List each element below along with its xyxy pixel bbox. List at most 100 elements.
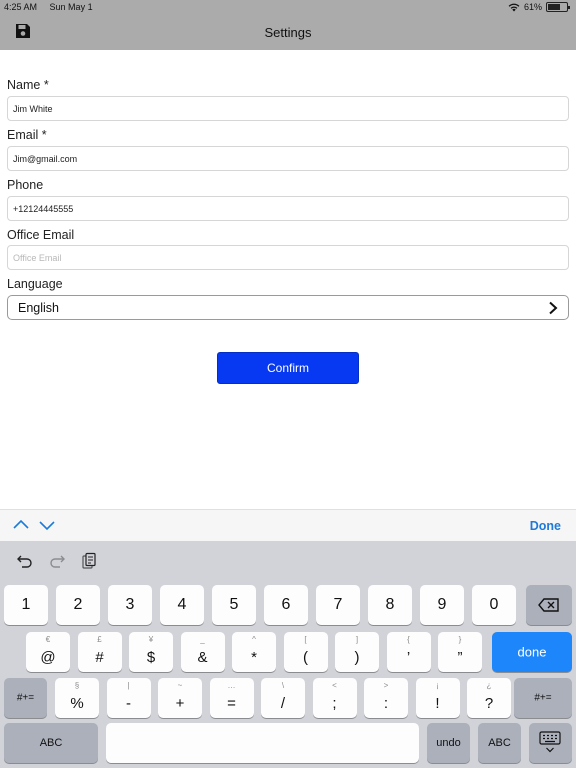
key-label: 7: [333, 596, 343, 613]
battery-percent: 61%: [523, 2, 542, 12]
key-label: *: [251, 649, 257, 666]
key-label: -: [126, 695, 131, 712]
symbol-key[interactable]: ^ *: [232, 632, 276, 672]
key-label: 5: [229, 596, 239, 613]
page-title: Settings: [264, 25, 312, 40]
delete-key[interactable]: [526, 585, 572, 625]
key-label: ”: [457, 649, 463, 666]
key-alt-label: ¡: [436, 681, 439, 690]
phone-field[interactable]: [7, 196, 569, 221]
symbol-key[interactable]: §%: [55, 678, 99, 718]
symbol-key[interactable]: ¿?: [467, 678, 511, 718]
abc-key-label: ABC: [39, 737, 63, 749]
key-alt-label: §: [74, 681, 80, 690]
key-alt-label: _: [200, 635, 205, 644]
chevron-up-icon[interactable]: [12, 518, 30, 532]
symbol-key[interactable]: [(: [283, 632, 328, 672]
office-email-field[interactable]: [7, 245, 569, 270]
name-field[interactable]: [7, 96, 569, 121]
abc-key-left[interactable]: ABC: [4, 723, 98, 763]
key-label: /: [280, 695, 286, 712]
key-7[interactable]: 7: [316, 585, 360, 625]
key-label: @: [40, 649, 56, 666]
symbol-key[interactable]: ¡!: [415, 678, 460, 718]
key-label: 4: [177, 596, 187, 613]
chevron-down-icon[interactable]: [38, 518, 56, 532]
name-label: Name *: [7, 78, 49, 92]
abc-key-right[interactable]: ABC: [478, 723, 521, 763]
navigation-bar: 4:25 AM Sun May 1 61% Settings: [0, 0, 576, 50]
symbol-key[interactable]: \ /: [261, 678, 305, 718]
key-6[interactable]: 6: [264, 585, 308, 625]
key-5[interactable]: 5: [212, 585, 256, 625]
status-date: Sun May 1: [49, 2, 93, 12]
status-bar-left: 4:25 AM Sun May 1: [4, 2, 103, 12]
key-alt-label: <: [332, 681, 337, 690]
language-select[interactable]: English: [7, 295, 569, 320]
symbol-key[interactable]: ]): [335, 632, 379, 672]
symbol-key[interactable]: … =: [209, 678, 254, 718]
key-8[interactable]: 8: [368, 585, 412, 625]
key-label: ?: [484, 695, 494, 712]
key-0[interactable]: 0: [472, 585, 516, 625]
key-label: 3: [125, 596, 135, 613]
space-key[interactable]: [106, 723, 419, 763]
redo-icon[interactable]: [48, 552, 66, 570]
symbol-key[interactable]: £ #: [77, 632, 122, 672]
email-field[interactable]: [7, 146, 569, 171]
key-label: &: [197, 649, 208, 666]
key-4[interactable]: 4: [160, 585, 204, 625]
key-9[interactable]: 9: [420, 585, 464, 625]
key-label: =: [227, 695, 236, 712]
shift-symbols-key-right[interactable]: #+=: [514, 678, 572, 718]
paste-icon[interactable]: [80, 552, 98, 570]
symbol-key[interactable]: | -: [106, 678, 151, 718]
key-alt-label: \: [281, 681, 285, 690]
key-label: !: [435, 695, 440, 712]
key-alt-label: [: [304, 635, 307, 644]
key-label: +: [175, 695, 185, 712]
symbol-key[interactable]: _ &: [180, 632, 225, 672]
backspace-icon: [538, 598, 559, 612]
undo-key-label: undo: [436, 737, 461, 749]
undo-icon[interactable]: [16, 552, 34, 570]
key-label: ’: [406, 649, 411, 666]
status-time: 4:25 AM: [4, 2, 38, 12]
symbol-key[interactable]: {’: [386, 632, 431, 672]
key-1[interactable]: 1: [4, 585, 48, 625]
phone-label: Phone: [7, 178, 44, 192]
done-key[interactable]: done: [492, 632, 572, 672]
key-label: 6: [281, 596, 291, 613]
key-alt-label: }: [458, 635, 462, 644]
undo-key[interactable]: undo: [427, 723, 470, 763]
key-2[interactable]: 2: [56, 585, 100, 625]
key-label: %: [70, 695, 84, 712]
language-label: Language: [7, 277, 63, 291]
symbol-key[interactable]: >:: [364, 678, 408, 718]
accessory-done-button[interactable]: Done: [530, 519, 561, 533]
symbol-key[interactable]: ~ +: [158, 678, 202, 718]
key-label: :: [383, 695, 389, 712]
key-alt-label: ¿: [486, 681, 492, 690]
symbol-key[interactable]: ¥ $: [129, 632, 173, 672]
keyboard: 1234567890 € @ £ # ¥ $ _ & ^ *[(]){’}” done #+= §…: [0, 541, 576, 768]
symbol-key[interactable]: € @: [26, 632, 70, 672]
key-label: #: [95, 649, 104, 666]
dismiss-keyboard-key[interactable]: [529, 723, 572, 763]
key-label: ;: [332, 695, 337, 712]
key-alt-label: {: [407, 635, 410, 644]
key-label: 2: [73, 596, 83, 613]
symbol-key[interactable]: <;: [312, 678, 357, 718]
done-key-label: done: [517, 644, 547, 660]
key-alt-label: £: [97, 635, 102, 644]
shift-symbols-key-left[interactable]: #+=: [4, 678, 47, 718]
symbol-key[interactable]: }”: [438, 632, 482, 672]
key-alt-label: ]: [355, 635, 359, 644]
key-label: ): [354, 649, 360, 666]
confirm-button[interactable]: Confirm: [217, 352, 359, 384]
keyboard-accessory-bar: Done: [0, 509, 576, 541]
shift-symbols-label: #+=: [534, 692, 552, 704]
key-alt-label: >: [383, 681, 389, 690]
key-label: 1: [21, 596, 31, 613]
key-3[interactable]: 3: [108, 585, 152, 625]
